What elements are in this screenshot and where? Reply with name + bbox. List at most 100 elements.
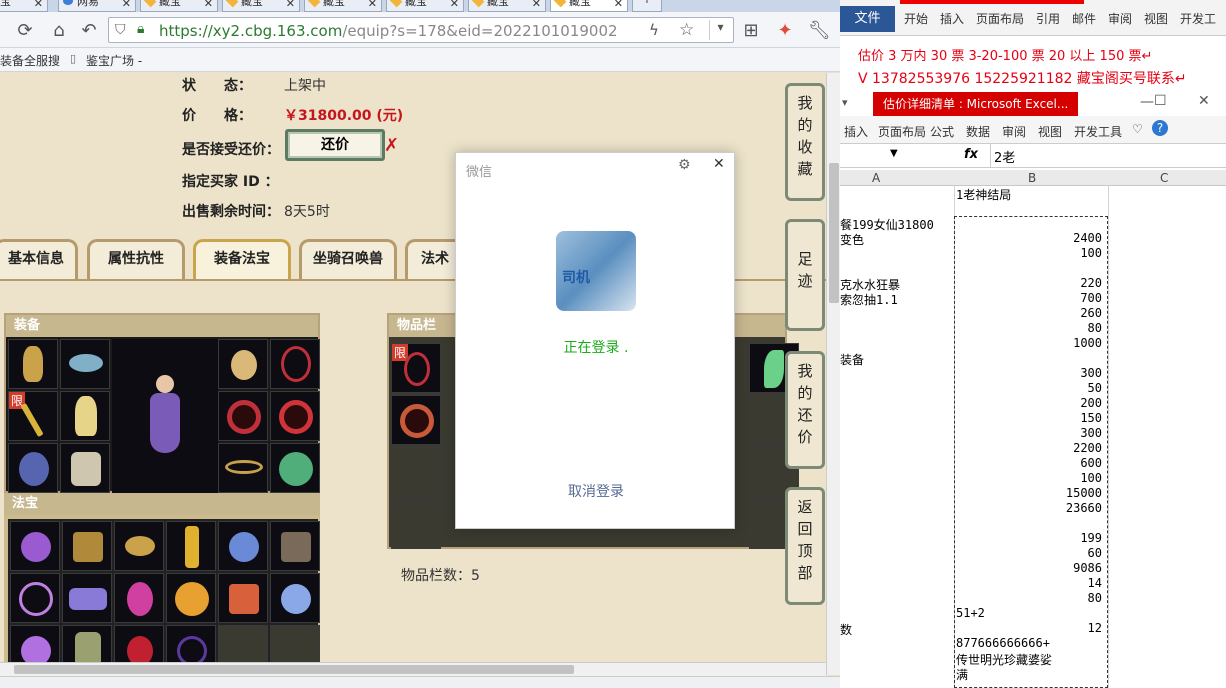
url-field[interactable]: ⛉ 🔒︎ https://xy2.cbg.163.com/equip?s=178… xyxy=(108,17,734,43)
home-icon[interactable]: ⌂ xyxy=(48,20,70,41)
file-tab[interactable]: 文件 xyxy=(840,6,895,32)
footprint-button[interactable]: 足迹 xyxy=(785,219,825,331)
equip-slot[interactable] xyxy=(60,339,110,389)
close-icon[interactable]: ✕ xyxy=(286,0,295,10)
column-header[interactable]: A xyxy=(872,171,880,185)
ribbon-tab[interactable]: 页面布局 xyxy=(976,10,1024,27)
fabao-slot[interactable] xyxy=(62,573,112,623)
wrench-icon[interactable]: 🔧︎ xyxy=(808,20,831,41)
counter-offer-button[interactable]: 还价 xyxy=(285,129,385,161)
item-slot[interactable]: 限 xyxy=(391,343,441,393)
browser-tab[interactable]: 藏宝 ✕ xyxy=(386,0,464,12)
cell-b[interactable]: 50 xyxy=(956,381,1106,395)
cell-b[interactable]: 60 xyxy=(956,546,1106,560)
fx-icon[interactable]: fx xyxy=(964,147,978,162)
cell-b[interactable]: 1000 xyxy=(956,336,1106,350)
cell-b[interactable]: 2400 xyxy=(956,231,1106,245)
ribbon-tab[interactable]: 审阅 xyxy=(1002,123,1026,140)
close-icon[interactable]: ✕ xyxy=(450,0,459,10)
item-slot[interactable] xyxy=(391,395,441,445)
cell-b[interactable]: 220 xyxy=(956,276,1106,290)
minimize-icon[interactable]: — xyxy=(1140,94,1154,110)
new-tab-button[interactable]: + xyxy=(632,0,662,12)
ribbon-tab[interactable]: 开始 xyxy=(904,10,928,27)
scrollbar-thumb[interactable] xyxy=(14,665,574,674)
item-slot-empty[interactable] xyxy=(391,447,441,497)
maximize-icon[interactable]: ☐ xyxy=(1154,93,1167,109)
ribbon-tab[interactable]: 页面布局 xyxy=(878,123,926,140)
close-icon[interactable]: ✕ xyxy=(34,0,43,10)
fabao-slot[interactable] xyxy=(114,521,164,571)
bookmark-item[interactable]: 鉴宝广场 - xyxy=(86,52,142,69)
ribbon-tab[interactable]: 审阅 xyxy=(1108,10,1132,27)
browser-tab-active[interactable]: 藏宝 ✕ xyxy=(550,0,628,12)
close-icon[interactable]: ✕ xyxy=(122,0,131,10)
cell-b[interactable]: 150 xyxy=(956,411,1106,425)
browser-tab[interactable]: 藏宝 ✕ xyxy=(304,0,382,12)
equip-slot[interactable] xyxy=(218,339,268,389)
ribbon-tab[interactable]: 插入 xyxy=(844,123,868,140)
cell-b[interactable]: 300 xyxy=(956,426,1106,440)
fabao-slot[interactable] xyxy=(62,521,112,571)
ribbon-tab[interactable]: 开发工 xyxy=(1180,10,1216,27)
namebox-dropdown-icon[interactable]: ▼ xyxy=(890,148,898,159)
close-icon[interactable]: ✕ xyxy=(713,156,725,172)
my-favorites-button[interactable]: 我的收藏 xyxy=(785,83,825,201)
equip-slot[interactable] xyxy=(270,391,320,441)
fabao-slot[interactable] xyxy=(114,573,164,623)
cell-b[interactable]: 80 xyxy=(956,321,1106,335)
my-counter-offers-button[interactable]: 我的还价 xyxy=(785,351,825,469)
browser-tab[interactable]: 鉴宝 ✕ xyxy=(0,0,48,12)
cell-b[interactable]: 600 xyxy=(956,456,1106,470)
equip-slot[interactable] xyxy=(270,443,320,493)
tab-equipment-fabao[interactable]: 装备法宝 xyxy=(193,239,291,279)
star-icon[interactable]: ☆ xyxy=(679,20,694,40)
cell-b[interactable]: 300 xyxy=(956,366,1106,380)
cell-b[interactable]: 80 xyxy=(956,591,1106,605)
browser-tab[interactable]: 网易 ✕ xyxy=(58,0,136,12)
item-slot-empty[interactable] xyxy=(391,499,441,549)
game-icon[interactable]: ✦ xyxy=(774,20,796,41)
equip-slot[interactable] xyxy=(8,443,58,493)
equip-slot[interactable]: 限 xyxy=(8,391,58,441)
fabao-slot[interactable] xyxy=(270,573,320,623)
close-icon[interactable]: ✕ xyxy=(532,0,541,10)
cell-b[interactable]: 100 xyxy=(956,246,1106,260)
horizontal-scrollbar[interactable] xyxy=(0,662,826,676)
column-header[interactable]: B xyxy=(1028,171,1036,185)
equip-slot[interactable] xyxy=(60,391,110,441)
fabao-slot[interactable] xyxy=(10,521,60,571)
chevron-icon[interactable]: ♡ xyxy=(1132,122,1143,136)
cell-b[interactable]: 877666666666+ xyxy=(956,636,1106,650)
fabao-slot[interactable] xyxy=(166,521,216,571)
grid-icon[interactable]: ⊞ xyxy=(740,20,762,41)
scrollbar-thumb[interactable] xyxy=(829,163,839,303)
equip-slot[interactable] xyxy=(218,391,268,441)
browser-tab[interactable]: 藏宝 ✕ xyxy=(468,0,546,12)
cell-b[interactable]: 满 xyxy=(956,666,1106,683)
tab-attributes[interactable]: 属性抗性 xyxy=(87,239,185,279)
cell-b[interactable]: 700 xyxy=(956,291,1106,305)
back-icon[interactable]: ↶ xyxy=(78,20,100,41)
back-to-top-button[interactable]: 返回顶部 xyxy=(785,487,825,605)
equip-slot[interactable] xyxy=(8,339,58,389)
ribbon-tab[interactable]: 数据 xyxy=(966,123,990,140)
equip-slot[interactable] xyxy=(218,443,268,493)
ribbon-tab[interactable]: 开发工具 xyxy=(1074,123,1122,140)
cell-b[interactable]: 51+2 xyxy=(956,606,1106,620)
equip-slot[interactable] xyxy=(270,339,320,389)
bookmark-item[interactable]: 装备全服搜 xyxy=(0,52,60,69)
formula-input[interactable]: 2老 xyxy=(994,147,1015,166)
fabao-slot[interactable] xyxy=(270,521,320,571)
vertical-scrollbar[interactable] xyxy=(826,73,840,675)
fabao-slot[interactable] xyxy=(166,573,216,623)
cell-b[interactable]: 9086 xyxy=(956,561,1106,575)
cell-b[interactable]: 2200 xyxy=(956,441,1106,455)
ribbon-tab[interactable]: 公式 xyxy=(930,123,954,140)
ribbon-tab[interactable]: 插入 xyxy=(940,10,964,27)
cell-b[interactable]: 12 xyxy=(956,621,1106,635)
tab-basic-info[interactable]: 基本信息 xyxy=(0,239,78,279)
cell-b[interactable]: 23660 xyxy=(956,501,1106,515)
quick-access-icon[interactable]: ▾ xyxy=(842,96,848,109)
ribbon-tab[interactable]: 视图 xyxy=(1144,10,1168,27)
